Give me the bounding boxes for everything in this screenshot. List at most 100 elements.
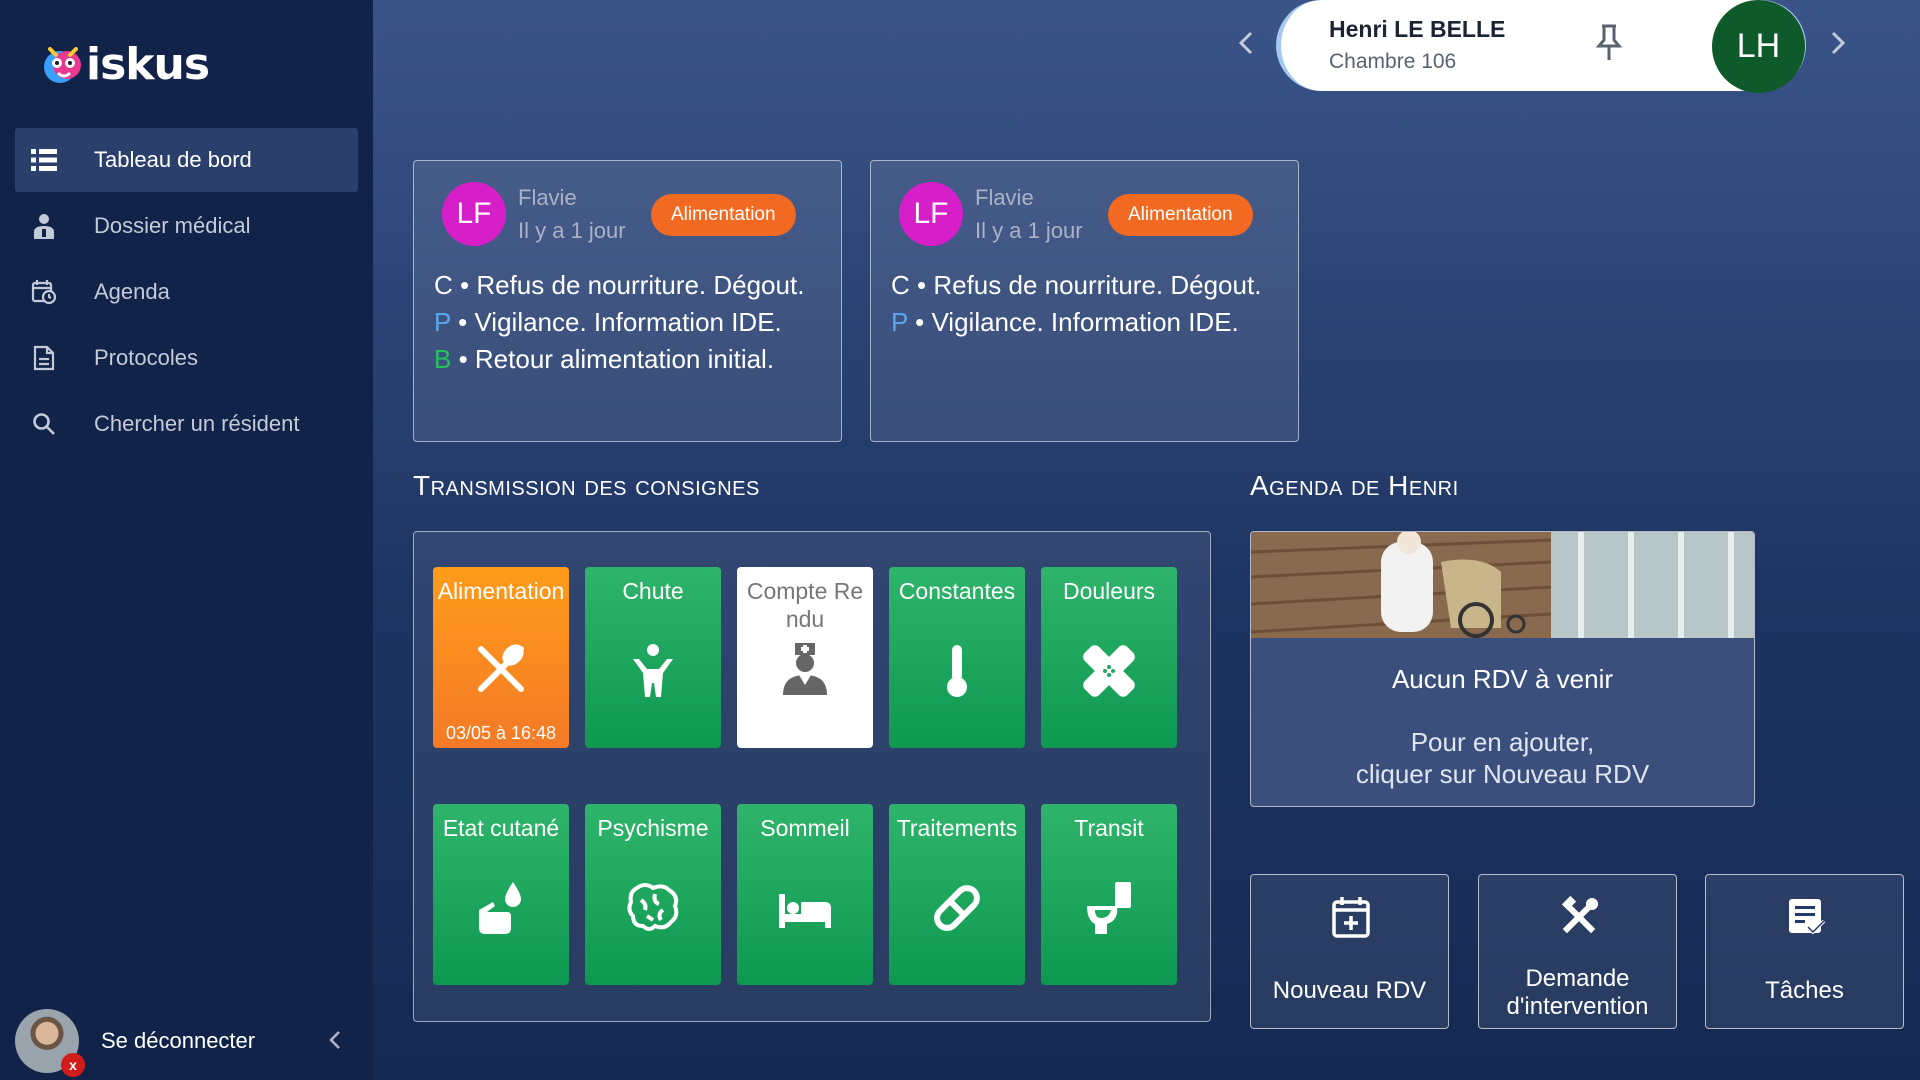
action-label: Demande d'intervention (1479, 965, 1676, 1021)
category-badge: Alimentation (1108, 194, 1253, 236)
tile-label: Compte Rendu (746, 578, 864, 632)
user-avatar[interactable]: x (15, 1009, 85, 1077)
agenda-hint: Pour en ajouter, cliquer sur Nouveau RDV (1251, 726, 1754, 790)
nurse-icon (783, 643, 827, 695)
sidebar-nav: Tableau de bord Dossier médical Agenda P… (15, 128, 358, 458)
sidebar-item-label: Chercher un résident (94, 411, 300, 436)
logout-button[interactable]: Se déconnecter (101, 1028, 255, 1054)
logout-row[interactable]: x Se déconnecter (15, 1008, 358, 1077)
resident-room: Chambre 106 (1329, 50, 1457, 73)
chevron-left-icon[interactable] (324, 1028, 348, 1052)
tile-label: Psychisme (597, 815, 709, 841)
hand-drop-icon (479, 882, 521, 934)
tile-chute[interactable]: Chute (585, 567, 721, 748)
person-icon (633, 644, 673, 697)
task-list-icon (1789, 899, 1826, 935)
resident-name: Henri LE BELLE (1329, 16, 1506, 42)
sidebar-item-label: Tableau de bord (94, 147, 252, 172)
transmission-note[interactable]: LF Flavie Il y a 1 jour Alimentation C •… (413, 160, 842, 442)
thermometer-icon (947, 645, 967, 697)
category-badge: Alimentation (651, 194, 796, 236)
tile-alimentation[interactable]: Alimentation 03/05 à 16:48 (433, 567, 569, 748)
agenda-hint-line: Pour en ajouter, (1410, 727, 1595, 757)
sidebar-item-agenda[interactable]: Agenda (15, 260, 358, 324)
note-body: C • Refus de nourriture. Dégout. P • Vig… (891, 267, 1261, 341)
calendar-clock-icon (30, 278, 58, 306)
tile-traitements[interactable]: Traitements (889, 804, 1025, 985)
action-label: Nouveau RDV (1272, 977, 1427, 1004)
sidebar-item-protocoles[interactable]: Protocoles (15, 326, 358, 390)
app-logo[interactable]: iskus (40, 38, 210, 92)
tile-douleurs[interactable]: Douleurs (1041, 567, 1177, 748)
tile-sommeil[interactable]: Sommeil (737, 804, 873, 985)
note-time: Il y a 1 jour (518, 218, 626, 243)
tile-date: 03/05 à 16:48 (445, 723, 557, 743)
utensils-icon (478, 644, 524, 692)
tile-label: Constantes (898, 578, 1016, 604)
resident-avatar[interactable]: LH (1712, 0, 1805, 93)
tile-label: Douleurs (1062, 578, 1156, 604)
tile-label: Sommeil (760, 815, 850, 841)
document-icon (30, 344, 58, 372)
note-line: C • Refus de nourriture. Dégout. (891, 270, 1262, 300)
tile-etat-cutane[interactable]: Etat cutané (433, 804, 569, 985)
tile-compte-rendu[interactable]: Compte Rendu (737, 567, 873, 748)
agenda-empty-message: Aucun RDV à venir (1391, 664, 1614, 694)
patient-icon (30, 212, 58, 240)
action-label-line: d'intervention (1506, 993, 1649, 1020)
tile-label: Chute (622, 578, 684, 604)
tasks-button[interactable]: Tâches (1705, 874, 1904, 1029)
note-author: Flavie (975, 185, 1034, 210)
bandage-icon (1083, 645, 1135, 697)
agenda-hint-line: cliquer sur Nouveau RDV (1355, 759, 1650, 789)
close-icon[interactable]: x (61, 1053, 85, 1077)
section-title-agenda: Agenda de Henri (1250, 470, 1459, 501)
sidebar-item-chercher-un-resident[interactable]: Chercher un résident (15, 392, 358, 456)
note-line: P • Vigilance. Information IDE. (891, 307, 1239, 337)
note-line: P • Vigilance. Information IDE. (434, 307, 782, 337)
pin-icon[interactable] (1591, 22, 1627, 62)
calendar-plus-icon (1332, 897, 1370, 938)
author-avatar: LF (442, 182, 506, 246)
pill-icon (934, 885, 980, 931)
next-resident-icon[interactable] (1822, 28, 1852, 58)
section-title-consignes: Transmission des consignes (413, 470, 760, 501)
tile-constantes[interactable]: Constantes (889, 567, 1025, 748)
sidebar-item-label: Dossier médical (94, 213, 251, 238)
action-label: Tâches (1765, 977, 1844, 1004)
logo-text: iskus (86, 39, 210, 90)
intervention-request-button[interactable]: Demande d'intervention (1478, 874, 1677, 1029)
bed-icon (779, 894, 831, 928)
action-label-line: Demande (1525, 965, 1630, 992)
sidebar-item-dossier-medical[interactable]: Dossier médical (15, 194, 358, 258)
brain-icon (627, 883, 679, 931)
tile-label: Traitements (896, 815, 1018, 841)
tools-icon (1561, 895, 1598, 934)
transmission-note[interactable]: LF Flavie Il y a 1 jour Alimentation C •… (870, 160, 1299, 442)
sidebar-item-label: Agenda (94, 279, 170, 304)
agenda-banner-image (1251, 532, 1754, 638)
tile-label: Etat cutané (442, 815, 560, 841)
mascot-icon (44, 47, 81, 83)
tile-psychisme[interactable]: Psychisme (585, 804, 721, 985)
tile-label: Alimentation (437, 578, 565, 604)
toilet-icon (1087, 882, 1131, 934)
new-appointment-button[interactable]: Nouveau RDV (1250, 874, 1449, 1029)
note-author: Flavie (518, 185, 577, 210)
sidebar-item-tableau-de-bord[interactable]: Tableau de bord (15, 128, 358, 192)
sidebar: iskus Tableau de bord Dossier médical Ag… (0, 0, 373, 1080)
consignes-grid: Alimentation 03/05 à 16:48 Chute Compte … (413, 531, 1211, 1022)
resident-card[interactable]: Henri LE BELLE Chambre 106 LH (1276, 0, 1806, 93)
agenda-card: Aucun RDV à venir Pour en ajouter, cliqu… (1250, 531, 1755, 807)
previous-resident-icon[interactable] (1232, 28, 1262, 58)
tile-label: Transit (1074, 815, 1144, 841)
note-line: B • Retour alimentation initial. (434, 344, 775, 374)
note-line: C • Refus de nourriture. Dégout. (434, 270, 805, 300)
author-avatar: LF (899, 182, 963, 246)
note-time: Il y a 1 jour (975, 218, 1083, 243)
list-icon (30, 146, 58, 174)
tile-transit[interactable]: Transit (1041, 804, 1177, 985)
note-body: C • Refus de nourriture. Dégout. P • Vig… (434, 267, 804, 378)
sidebar-item-label: Protocoles (94, 345, 198, 370)
search-icon (30, 410, 58, 438)
